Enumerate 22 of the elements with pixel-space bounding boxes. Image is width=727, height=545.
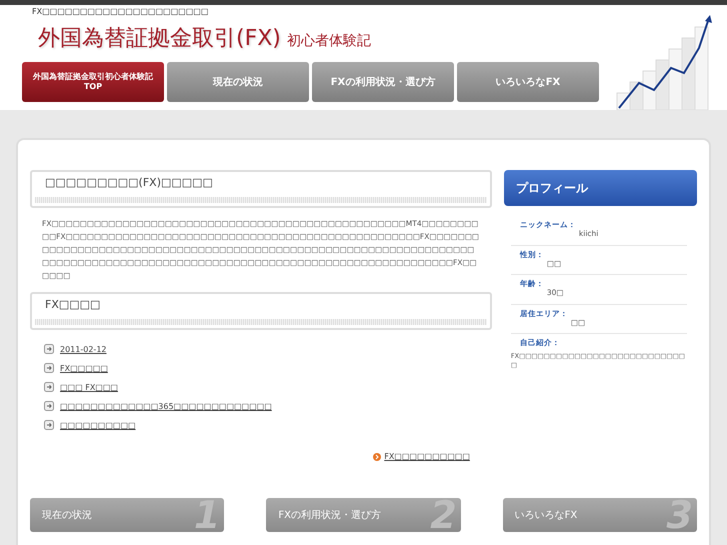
article-link[interactable]: 2011-02-12 (60, 344, 106, 354)
arrow-icon (44, 420, 54, 430)
article-link[interactable]: FX□□□□□ (60, 364, 108, 372)
site-subtitle: 初心者体験記 (286, 32, 371, 50)
profile-title: プロフィール (504, 170, 697, 206)
section-heading: □□□□□□□□□(FX)□□□□□ (44, 176, 214, 191)
arrow-icon (44, 363, 54, 373)
bullet-icon (373, 452, 382, 460)
footer-nav-label: 現在の状況 (42, 508, 92, 522)
article-link[interactable]: □□□□□□□□□□ (60, 420, 136, 430)
nav-tab[interactable]: 外国為替証拠金取引初心者体験記 TOP (22, 62, 164, 102)
article-link[interactable]: □□□□□□□□□□□□□365□□□□□□□□□□□□□ (60, 402, 272, 410)
section-heading: FX□□□□ (44, 298, 102, 313)
tagline: FX□□□□□□□□□□□□□□□□□□□□□□ (32, 7, 210, 16)
footer-nav-label: FXの利用状況・選び方 (278, 508, 381, 522)
arrow-icon (44, 344, 54, 354)
footer-nav-label: いろいろなFX (514, 509, 578, 522)
article-link[interactable]: □□□ FX□□□ (60, 382, 118, 392)
more-link[interactable]: FX□□□□□□□□□□ (384, 452, 470, 461)
arrow-icon (44, 401, 54, 411)
site-title: 外国為替証拠金取引(FX) (38, 25, 281, 53)
arrow-icon (44, 382, 54, 392)
